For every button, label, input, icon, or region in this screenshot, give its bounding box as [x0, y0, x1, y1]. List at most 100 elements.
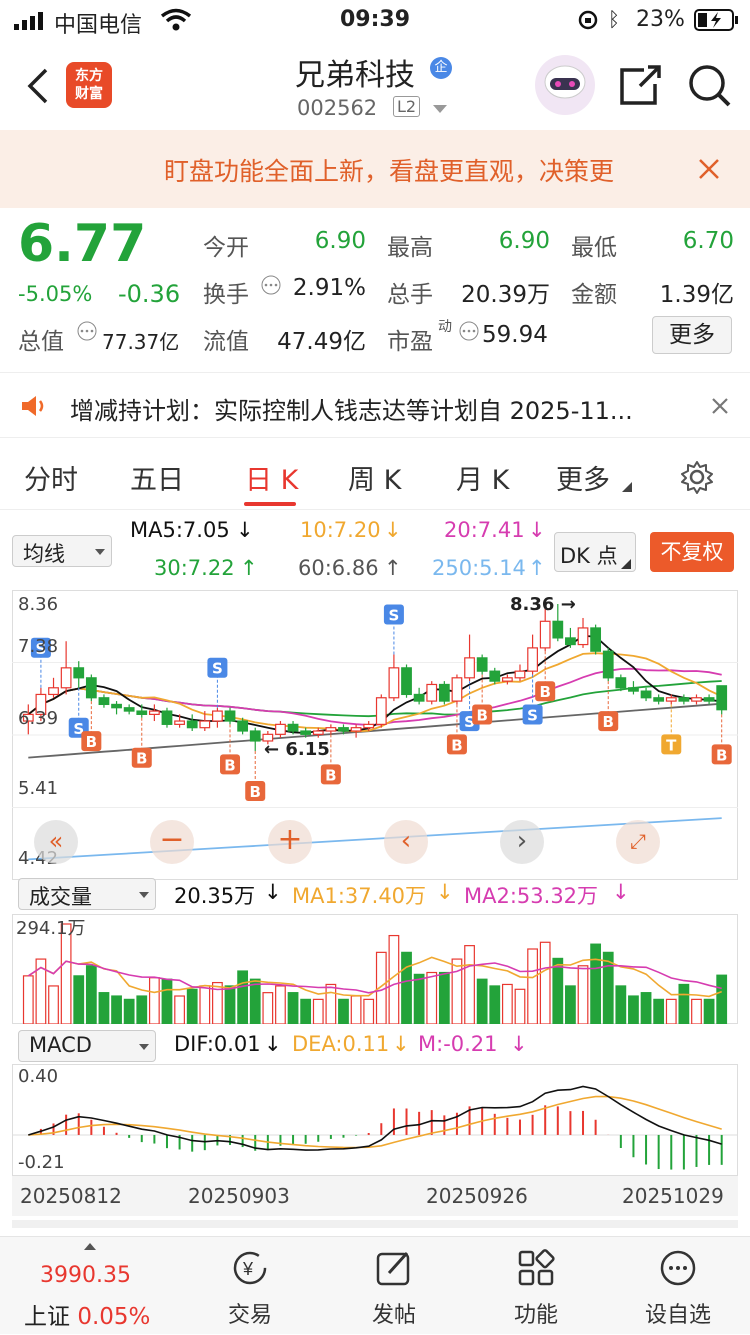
index-name[interactable]: 上证 0.05%: [24, 1297, 150, 1331]
volume-bar: [678, 983, 690, 1024]
corner-triangle-icon: [622, 482, 632, 492]
candle-body: [338, 727, 349, 732]
candle-body: [615, 677, 627, 689]
candle-body: [501, 677, 513, 682]
macd-indicator-select[interactable]: MACD: [18, 1030, 156, 1062]
macd-frame: [12, 1064, 738, 1176]
volume-bar: [287, 992, 299, 1024]
scroll-right-button[interactable]: ›: [500, 820, 544, 864]
tab-weekly-k[interactable]: 周 K: [348, 458, 401, 497]
open-label: 今开: [203, 235, 249, 261]
turnover-label: 换手: [203, 282, 249, 308]
search-icon[interactable]: [686, 62, 732, 108]
gear-icon[interactable]: [680, 460, 714, 494]
candle-body: [438, 683, 450, 702]
volume-chart[interactable]: [12, 914, 738, 1024]
volume-bar: [123, 998, 135, 1024]
amount-label: 金额: [571, 282, 617, 308]
zoom-out-button[interactable]: −: [150, 820, 194, 864]
tab-five-day[interactable]: 五日: [130, 458, 184, 497]
volume-bar: [224, 985, 236, 1024]
high-label: 最高: [387, 235, 433, 261]
change-value: -0.36: [118, 280, 181, 308]
promo-banner[interactable]: 盯盘功能全面上新，看盘更直观，决策更: [0, 130, 750, 208]
zoom-in-button[interactable]: +: [268, 820, 312, 864]
info-dots-icon[interactable]: [76, 320, 98, 342]
pe-label: 市盈: [387, 329, 433, 355]
nav-functions[interactable]: 功能: [476, 1237, 596, 1335]
date-label: 20250903: [188, 1184, 290, 1208]
signal-icon: [14, 12, 43, 30]
more-button[interactable]: 更多: [652, 316, 732, 354]
volume-bar: [590, 943, 602, 1024]
volume-bar: [73, 975, 85, 1024]
candle-body: [678, 697, 690, 702]
robot-assistant-icon[interactable]: [534, 54, 596, 116]
volume-bar: [148, 977, 160, 1024]
signal-badge-label: B: [451, 736, 462, 754]
volume-bar: [413, 973, 425, 1024]
candle-body: [224, 710, 236, 722]
volume-bar: [249, 978, 261, 1024]
scroll-left-button[interactable]: ‹: [384, 820, 428, 864]
ma30-legend: 30:7.22: [154, 556, 235, 580]
candle-body: [539, 620, 551, 649]
y-label-max: 8.36: [18, 594, 59, 615]
candle-body: [48, 687, 59, 696]
expand-up-icon[interactable]: [84, 1243, 96, 1250]
candle-body: [123, 707, 135, 712]
notice-bar[interactable]: 增减持计划：实际控制人钱志达等计划自 2025-11...: [0, 372, 750, 438]
tab-more[interactable]: 更多: [556, 458, 610, 497]
close-icon[interactable]: [698, 158, 720, 180]
candle-body: [287, 723, 299, 732]
candle-body: [136, 710, 148, 715]
volume-bar: [161, 978, 173, 1024]
back-chevron-left-icon[interactable]: [26, 68, 50, 104]
volume-indicator-select[interactable]: 成交量: [18, 878, 156, 910]
signal-badge-label: B: [86, 733, 97, 751]
scroll-track[interactable]: [12, 1220, 738, 1228]
speaker-icon: [22, 396, 44, 416]
nav-trade[interactable]: ¥ 交易: [190, 1237, 310, 1335]
level-badge[interactable]: L2: [393, 96, 421, 117]
volume-bar: [464, 945, 475, 1024]
stock-code: 002562: [297, 96, 378, 120]
ma-indicator-select[interactable]: 均线: [12, 535, 112, 567]
adjust-button[interactable]: 不复权: [650, 532, 734, 572]
eastmoney-logo: 东方 财富: [66, 62, 112, 108]
battery-icon: [694, 9, 738, 31]
close-icon[interactable]: [711, 397, 729, 415]
dk-point-button[interactable]: DK 点: [554, 532, 636, 572]
bluetooth-icon: ᛒ: [608, 7, 620, 31]
carrier: 中国电信: [54, 13, 143, 38]
volume-bar: [136, 995, 148, 1024]
volume-ma2: MA2:53.32万: [464, 884, 599, 908]
tab-daily-k[interactable]: 日 K: [245, 458, 298, 497]
y-label-2: 7.38: [18, 636, 59, 657]
volume-bar: [350, 995, 362, 1024]
tab-intraday[interactable]: 分时: [24, 458, 78, 497]
quote-panel: 6.77 -5.05% -0.36 总值 77.37亿 今开 6.90 最高 6…: [0, 208, 750, 366]
nav-custom[interactable]: 设自选: [618, 1237, 738, 1335]
volume-bar: [476, 978, 488, 1024]
volume-bar: [451, 958, 463, 1024]
candle-body: [363, 723, 375, 729]
fullscreen-button[interactable]: ⤢: [616, 820, 660, 864]
volume-bar: [565, 985, 576, 1024]
volume-bar: [275, 985, 286, 1024]
nav-bar: 东方 财富 兄弟科技 企 002562 L2: [0, 40, 750, 130]
volume-bar: [363, 998, 375, 1024]
index-value[interactable]: 3990.35: [40, 1263, 131, 1288]
tab-monthly-k[interactable]: 月 K: [456, 458, 509, 497]
rewind-button[interactable]: «: [34, 820, 78, 864]
volume-bar: [489, 985, 501, 1024]
macd-chart[interactable]: [12, 1064, 738, 1176]
info-dots-icon[interactable]: [458, 320, 480, 342]
nav-post[interactable]: 发帖: [334, 1237, 454, 1335]
chevron-down-icon[interactable]: [433, 105, 447, 113]
rotation-lock-icon: [578, 10, 598, 30]
volume-bar: [716, 974, 728, 1024]
ma60-legend: 60:6.86: [298, 556, 379, 580]
macd-y-max: 0.40: [18, 1066, 59, 1087]
share-icon[interactable]: [618, 64, 662, 106]
